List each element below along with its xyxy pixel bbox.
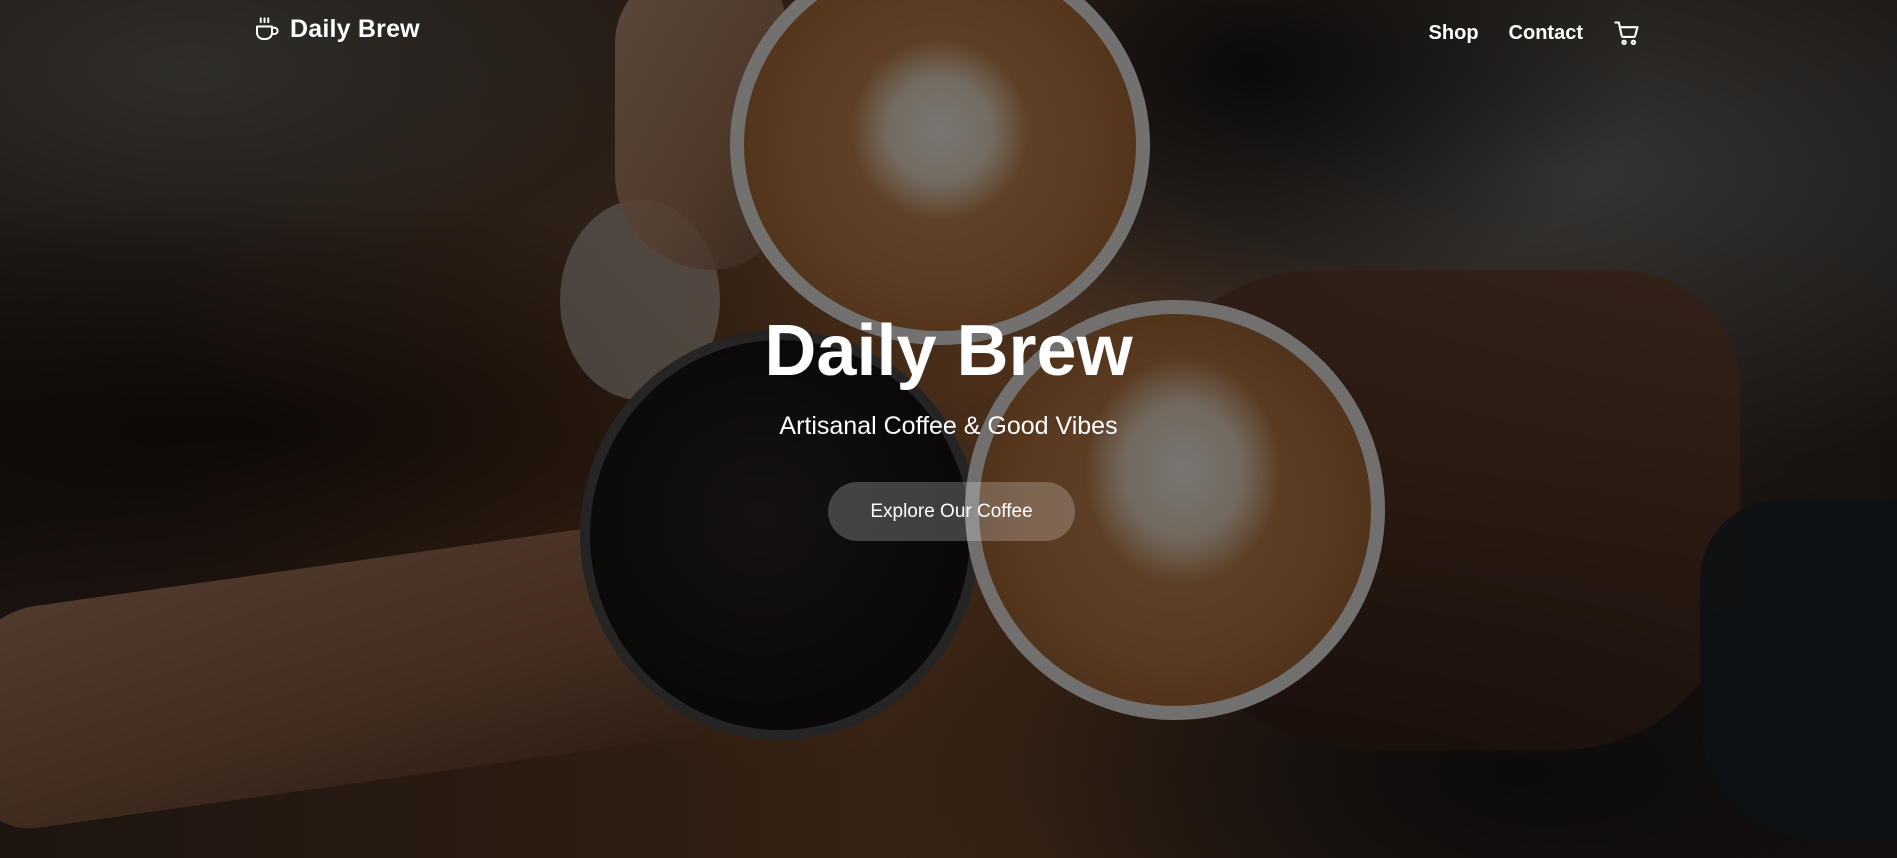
coffee-cup-icon [252, 14, 282, 44]
nav-link-shop[interactable]: Shop [1429, 14, 1479, 52]
cart-button[interactable] [1613, 19, 1641, 47]
explore-coffee-button[interactable]: Explore Our Coffee [828, 482, 1075, 541]
brand-logo-link[interactable]: Daily Brew [252, 14, 420, 44]
hero-content: Daily Brew Artisanal Coffee & Good Vibes… [0, 0, 1897, 858]
hero-subtitle: Artisanal Coffee & Good Vibes [779, 412, 1118, 440]
main-nav: Shop Contact [1399, 14, 1641, 52]
site-header: Daily Brew Shop Contact [0, 0, 1897, 68]
hero-section: Daily Brew Shop Contact Daily Brew Artis… [0, 0, 1897, 858]
hero-title: Daily Brew [764, 311, 1133, 391]
nav-link-contact[interactable]: Contact [1509, 14, 1583, 52]
brand-name: Daily Brew [290, 14, 420, 43]
shopping-cart-icon [1613, 19, 1641, 47]
